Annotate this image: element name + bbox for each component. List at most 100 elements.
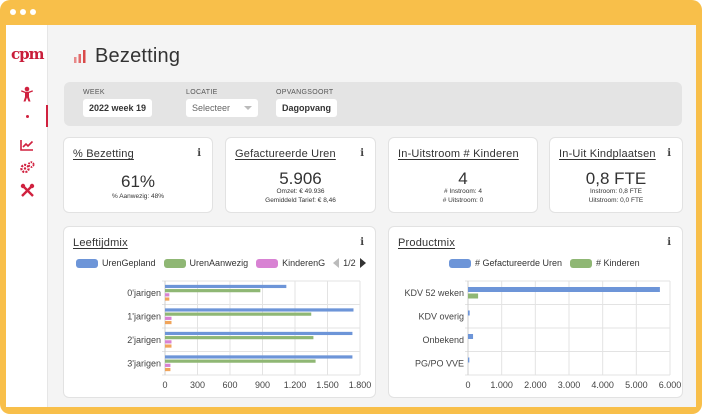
chart-svg-leeftijdmix: 0 300 600 900 1.200 1.500 1.800 0'jarigen 1'jari… [127, 280, 372, 390]
kpi-sub: Instroom: 0,8 FTE [589, 188, 643, 195]
x-tick-label: 1.000 [490, 380, 513, 390]
bar [165, 320, 172, 325]
kpi-sub: Uitstroom: 0,0 FTE [588, 197, 644, 204]
bar [165, 363, 171, 367]
x-tick-label: 6.000 [659, 380, 682, 390]
kpi-card-gefactureerde-uren: Gefactureerde Uren i 5.906 Omzet: € 49.9… [226, 138, 375, 212]
x-tick-label: 2.000 [524, 380, 547, 390]
kpi-title: In-Uit Kindplaatsen [559, 148, 656, 160]
kpi-value: 4 [458, 169, 468, 188]
window-dot[interactable] [30, 9, 36, 15]
x-tick-label: 0 [162, 380, 167, 390]
chart-card-productmix: Productmix i # Gefactureerde Uren # Kind… [389, 227, 682, 397]
locatie-select[interactable]: Selecteer [186, 99, 259, 117]
bar-chart-icon [74, 50, 86, 63]
app-screen: cpm Bezetting WEEK 2022 week 19 LOCATIE … [6, 25, 696, 407]
logo: cpm [11, 45, 44, 63]
x-tick-label: 1.800 [349, 380, 372, 390]
kpi-card-in-uit-kindplaatsen: In-Uit Kindplaatsen i 0,8 FTE Instroom: … [550, 138, 682, 212]
x-tick-label: 900 [255, 380, 270, 390]
x-tick-label: 300 [190, 380, 205, 390]
bar [165, 355, 353, 359]
x-tick-label: 3.000 [558, 380, 581, 390]
bar [165, 308, 354, 312]
page-header: Bezetting [74, 45, 180, 68]
y-tick-label: KDV 52 weken [404, 288, 464, 298]
bar [165, 293, 170, 297]
week-select[interactable]: 2022 week 19 [83, 99, 153, 117]
filter-locatie: LOCATIE Selecteer [186, 89, 259, 117]
y-tick-label: 3'jarigen [127, 358, 161, 368]
filter-locatie-label: LOCATIE [186, 89, 218, 96]
y-tick-label: PG/PO VVE [415, 358, 464, 368]
window-dot[interactable] [20, 9, 26, 15]
x-tick-label: 1.500 [316, 380, 339, 390]
y-tick-label: KDV overig [418, 311, 464, 321]
filter-week: WEEK 2022 week 19 [83, 89, 153, 117]
sidebar-item-settings[interactable] [6, 156, 48, 178]
x-tick-label: 0 [465, 380, 470, 390]
sidebar-item-current[interactable] [6, 105, 48, 127]
kpi-value: 61% [120, 172, 156, 191]
chart-svg-productmix: 0 1.000 2.000 3.000 4.000 5.000 6.000 KDV 52 we… [404, 280, 682, 390]
x-tick-label: 600 [222, 380, 237, 390]
bar [468, 293, 479, 299]
kpi-sub: Omzet: € 49.936 [276, 188, 325, 195]
bar [468, 310, 470, 316]
chart-card-leeftijdmix: Leeftijdmix i UrenGepland UrenAanwezig K… [64, 227, 375, 397]
bar [468, 287, 660, 292]
kpi-sub: # Uitstroom: 0 [442, 197, 484, 204]
opvangsoort-select[interactable]: Dagopvang [276, 99, 338, 117]
x-tick-label: 1.200 [284, 380, 307, 390]
kpi-sub: % Aanwezig: 48% [111, 193, 165, 200]
y-tick-label: 2'jarigen [127, 335, 161, 345]
bar [165, 367, 171, 372]
main-content: Bezetting WEEK 2022 week 19 LOCATIE Sele… [48, 25, 696, 407]
y-tick-label: Onbekend [422, 335, 464, 345]
kpi-title: In-Uitstroom # Kinderen [398, 148, 519, 160]
tools-icon [20, 183, 34, 197]
person-icon [21, 86, 33, 102]
bar [165, 344, 172, 348]
sidebar: cpm [6, 25, 48, 407]
info-icon[interactable]: i [667, 148, 671, 159]
gears-icon [19, 160, 34, 173]
filter-bar: WEEK 2022 week 19 LOCATIE Selecteer OPVA… [64, 82, 682, 126]
kpi-title: % Bezetting [73, 148, 134, 160]
sidebar-item-tools[interactable] [6, 179, 48, 201]
filter-opvangsoort: OPVANGSOORT Dagopvang [276, 89, 338, 117]
y-tick-label: 1'jarigen [127, 311, 161, 321]
sidebar-item-person[interactable] [6, 83, 48, 105]
y-tick-label: 0'jarigen [127, 288, 161, 298]
kpi-value: 5.906 [279, 169, 322, 188]
line-chart-icon [20, 140, 34, 151]
kpi-card-bezetting: % Bezetting i 61% % Aanwezig: 48% [64, 138, 212, 212]
kpi-sub: Gemiddeld Tarief: € 8,46 [265, 197, 336, 204]
filter-week-label: WEEK [83, 89, 105, 96]
bar [468, 334, 474, 339]
bar [165, 284, 287, 289]
x-tick-label: 4.000 [591, 380, 614, 390]
sidebar-item-analytics[interactable] [6, 134, 48, 156]
kpi-card-in-uitstroom-kinderen: In-Uitstroom # Kinderen 4 # Instroom: 4 … [389, 138, 537, 212]
bar [468, 357, 470, 363]
bar [165, 297, 170, 301]
bar [165, 359, 316, 363]
info-icon[interactable]: i [197, 148, 201, 159]
dot-icon [25, 114, 29, 118]
bar [165, 340, 172, 344]
chevron-down-icon [244, 106, 253, 110]
bar [165, 316, 172, 320]
info-icon[interactable]: i [360, 148, 364, 159]
window-dot[interactable] [10, 9, 16, 15]
page-title: Bezetting [95, 45, 181, 67]
kpi-sub: # Instroom: 4 [444, 188, 482, 195]
bar [165, 336, 314, 340]
bar [165, 289, 261, 293]
locatie-select-value: Selecteer [192, 103, 231, 113]
filter-opvangsoort-label: OPVANGSOORT [276, 89, 334, 96]
bar [165, 331, 353, 336]
kpi-value: 0,8 FTE [585, 169, 647, 188]
bar [165, 312, 312, 316]
window-controls [10, 9, 36, 15]
